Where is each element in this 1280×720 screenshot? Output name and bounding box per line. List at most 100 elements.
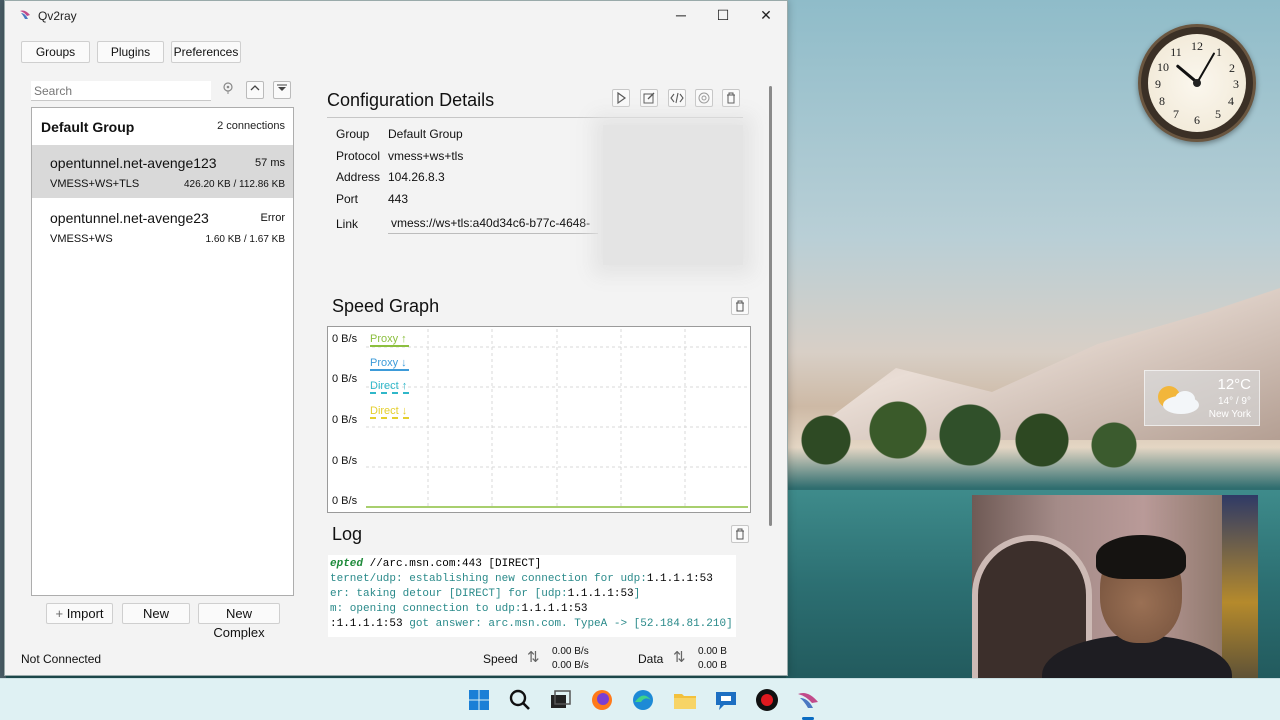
window-title: Qv2ray <box>38 9 77 23</box>
connection-usage: 426.20 KB / 112.86 KB <box>183 179 285 190</box>
log-text: got answer: arc.msn.com. TypeA -> [52.18… <box>409 618 733 630</box>
y-axis-label: 0 B/s <box>332 414 358 426</box>
group-header[interactable]: Default Group 2 connections <box>32 108 293 144</box>
clock-number: 9 <box>1155 77 1161 91</box>
address-label: Address <box>336 170 381 184</box>
qr-code-image <box>603 125 743 265</box>
qv2ray-taskbar-icon[interactable] <box>794 686 822 714</box>
protocol-value: vmess+ws+tls <box>388 149 464 163</box>
group-label: Group <box>336 127 370 141</box>
windows-start-icon[interactable] <box>465 686 493 714</box>
log-text: ] <box>633 588 641 600</box>
groups-button[interactable]: Groups <box>21 41 90 63</box>
connection-list[interactable]: Default Group 2 connections opentunnel.n… <box>31 107 294 596</box>
address-value: 104.26.8.3 <box>388 170 445 184</box>
up-down-arrows-icon: ⇅ <box>673 649 686 666</box>
clock-number: 10 <box>1157 60 1169 74</box>
protocol-label: Protocol <box>336 149 381 163</box>
y-axis-label: 0 B/s <box>332 495 358 507</box>
speed-down-value: 0.00 B/s <box>552 660 589 671</box>
y-axis-label: 0 B/s <box>332 373 358 385</box>
delete-icon[interactable] <box>722 89 740 107</box>
copy-icon[interactable] <box>695 89 713 107</box>
search-icon[interactable] <box>506 686 534 714</box>
taskbar <box>0 678 1280 720</box>
log-text: 1.1.1.1:53 <box>567 588 634 600</box>
speed-up-value: 0.00 B/s <box>552 646 589 657</box>
connection-latency: 57 ms <box>255 157 285 169</box>
log-line: m: opening connection to udp:1.1.1.1:53 <box>330 602 736 617</box>
log-line: epted //arc.msn.com:443 [DIRECT] <box>330 557 736 572</box>
edit-icon[interactable] <box>640 89 658 107</box>
minimize-button[interactable]: ─ <box>659 5 703 27</box>
link-field[interactable]: vmess://ws+tls:a40d34c6-b77c-4648- <box>388 213 598 234</box>
maximize-button[interactable]: ☐ <box>701 5 745 27</box>
search-input[interactable] <box>31 81 211 101</box>
clear-log-icon[interactable] <box>731 525 749 543</box>
link-label: Link <box>336 217 359 231</box>
file-explorer-icon[interactable] <box>671 686 699 714</box>
collapse-icon[interactable] <box>246 81 264 99</box>
legend-direct-down: Direct ↓ <box>370 405 410 419</box>
run-icon[interactable] <box>612 89 630 107</box>
log-text: er: taking detour [DIRECT] for [udp: <box>330 588 568 600</box>
close-button[interactable]: ✕ <box>744 5 788 27</box>
connection-name: opentunnel.net-avenge23 <box>50 210 209 226</box>
legend-proxy-down: Proxy ↓ <box>370 357 409 371</box>
clock-widget: 12 1 2 3 4 5 6 7 8 9 10 11 <box>1138 24 1256 142</box>
code-icon[interactable] <box>668 89 686 107</box>
data-label: Data <box>638 652 664 666</box>
up-down-arrows-icon: ⇅ <box>527 649 540 666</box>
edge-icon[interactable] <box>629 686 657 714</box>
clock-number: 5 <box>1215 107 1221 121</box>
plugins-button[interactable]: Plugins <box>97 41 164 63</box>
firefox-icon[interactable] <box>588 686 616 714</box>
log-output[interactable]: epted //arc.msn.com:443 [DIRECT] ternet/u… <box>328 555 736 637</box>
new-button[interactable]: New <box>122 603 190 624</box>
expand-icon[interactable] <box>273 81 291 99</box>
log-line: er: taking detour [DIRECT] for [udp:1.1.… <box>330 587 736 602</box>
import-label: Import <box>66 606 104 621</box>
chat-icon[interactable] <box>712 686 740 714</box>
weather-widget[interactable]: 12°C 14° / 9° New York <box>1144 370 1260 426</box>
new-complex-button[interactable]: New Complex <box>198 603 280 640</box>
group-connection-count: 2 connections <box>217 120 285 132</box>
weather-temperature: 12°C <box>1217 376 1251 393</box>
group-value: Default Group <box>388 127 463 141</box>
speed-graph-grid <box>366 329 748 508</box>
y-axis-label: 0 B/s <box>332 455 358 467</box>
log-text: ternet/udp: establishing new connection … <box>330 573 647 585</box>
log-text: 1.1.1.1:53 <box>521 603 588 615</box>
connection-item[interactable]: opentunnel.net-avenge23 Error VMESS+WS 1… <box>32 200 293 253</box>
qv2ray-window: Qv2ray ─ ☐ ✕ Groups Plugins Preferences … <box>4 0 788 676</box>
weather-city: New York <box>1208 409 1251 420</box>
clear-graph-icon[interactable] <box>731 297 749 315</box>
connection-status: Not Connected <box>21 652 102 666</box>
clock-number: 11 <box>1170 45 1182 59</box>
clock-center <box>1193 79 1201 87</box>
clock-number: 12 <box>1191 39 1203 53</box>
clock-number: 2 <box>1229 61 1235 75</box>
clock-face: 12 1 2 3 4 5 6 7 8 9 10 11 <box>1148 34 1246 132</box>
locate-icon[interactable] <box>219 81 237 99</box>
connection-protocol: VMESS+WS <box>50 233 113 245</box>
log-text: //arc.msn.com:443 [DIRECT] <box>369 558 542 570</box>
log-line: ternet/udp: establishing new connection … <box>330 572 736 587</box>
preferences-button[interactable]: Preferences <box>171 41 241 63</box>
legend-direct-up: Direct ↑ <box>370 380 410 394</box>
connection-item[interactable]: opentunnel.net-avenge123 57 ms VMESS+WS+… <box>32 145 293 198</box>
log-line: :1.1.1.1:53 got answer: arc.msn.com. Typ… <box>330 617 736 632</box>
log-text: 1.1.1.1:53 <box>646 573 713 585</box>
title-bar[interactable]: Qv2ray ─ ☐ ✕ <box>5 1 787 31</box>
partly-cloudy-icon <box>1158 386 1199 414</box>
port-label: Port <box>336 192 359 206</box>
speed-label: Speed <box>483 652 518 666</box>
import-button[interactable]: + Import <box>46 603 113 624</box>
connection-latency: Error <box>260 212 285 224</box>
speed-graph-title: Speed Graph <box>332 296 440 316</box>
record-icon[interactable] <box>753 686 781 714</box>
task-view-icon[interactable] <box>546 686 574 714</box>
clock-number: 3 <box>1233 77 1239 91</box>
scrollbar[interactable] <box>769 86 772 526</box>
y-axis-label: 0 B/s <box>332 333 358 345</box>
